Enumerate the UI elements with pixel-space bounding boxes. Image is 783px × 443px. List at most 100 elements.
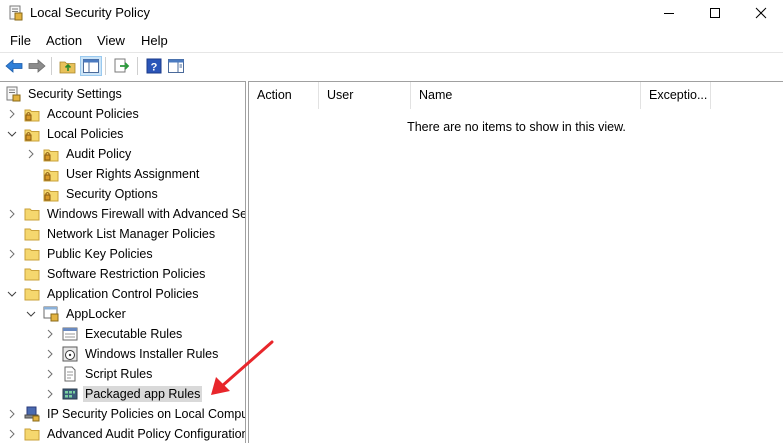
export-list-button[interactable]: [111, 56, 133, 76]
column-header-name[interactable]: Name: [411, 82, 641, 109]
close-button[interactable]: [738, 0, 783, 26]
ip-security-icon: [24, 406, 40, 422]
help-button[interactable]: ?: [143, 56, 165, 76]
maximize-button[interactable]: [692, 0, 738, 26]
chevron-right-icon[interactable]: [6, 248, 18, 260]
folder-icon: [24, 228, 40, 241]
tree-node-label: User Rights Assignment: [66, 167, 200, 181]
column-header-action[interactable]: Action: [249, 82, 319, 109]
toolbar-separator: [105, 57, 106, 75]
folder-lock-icon: [24, 129, 40, 142]
folder-lock-icon: [43, 169, 59, 182]
menu-help[interactable]: Help: [141, 33, 168, 48]
tree-node-audit-policy[interactable]: Audit Policy: [25, 144, 133, 164]
show-hide-action-pane-button[interactable]: [165, 56, 187, 76]
local-security-policy-icon: [9, 5, 23, 21]
window-title: Local Security Policy: [30, 5, 150, 20]
tree-node-label: Advanced Audit Policy Configuration: [47, 427, 246, 441]
close-icon: [755, 7, 767, 19]
tree-node-windows-firewall[interactable]: Windows Firewall with Advanced Security: [6, 204, 246, 224]
tree-node-public-key-policies[interactable]: Public Key Policies: [6, 244, 155, 264]
chevron-down-icon[interactable]: [6, 288, 18, 300]
tree-node-label: Packaged app Rules: [83, 386, 203, 402]
show-hide-tree-icon: [83, 59, 99, 73]
tree-node-label: IP Security Policies on Local Computer: [47, 407, 246, 421]
export-list-icon: [114, 58, 130, 73]
column-header-user[interactable]: User: [319, 82, 411, 109]
chevron-right-icon[interactable]: [44, 388, 56, 400]
folder-icon: [24, 248, 40, 261]
folder-icon: [24, 268, 40, 281]
tree-node-security-settings[interactable]: Security Settings: [5, 84, 124, 104]
menu-file[interactable]: File: [10, 33, 31, 48]
tree-node-label: AppLocker: [66, 307, 126, 321]
chevron-right-icon[interactable]: [6, 428, 18, 440]
folder-icon: [24, 288, 40, 301]
result-list[interactable]: Action User Name Exceptio... There are n…: [248, 81, 783, 443]
up-one-level-button[interactable]: [57, 56, 79, 76]
folder-icon: [24, 208, 40, 221]
minimize-button[interactable]: [646, 0, 692, 26]
tree-node-software-restriction[interactable]: Software Restriction Policies: [6, 264, 207, 284]
tree-node-label: Local Policies: [47, 127, 124, 141]
installer-icon: [62, 346, 78, 362]
executable-rules-icon: [62, 327, 78, 341]
tree-node-label: Application Control Policies: [47, 287, 199, 301]
tree-node-applocker[interactable]: AppLocker: [25, 304, 128, 324]
menu-action[interactable]: Action: [46, 33, 82, 48]
forward-arrow-icon: [28, 59, 46, 73]
tree-node-executable-rules[interactable]: Executable Rules: [44, 324, 184, 344]
tree-node-advanced-audit[interactable]: Advanced Audit Policy Configuration: [6, 424, 246, 443]
folder-lock-icon: [43, 149, 59, 162]
tree-node-label: Software Restriction Policies: [47, 267, 206, 281]
tree-node-label: Public Key Policies: [47, 247, 153, 261]
show-hide-console-tree-button[interactable]: [80, 56, 102, 76]
tree-node-user-rights-assignment[interactable]: User Rights Assignment: [25, 164, 201, 184]
tree-node-script-rules[interactable]: Script Rules: [44, 364, 154, 384]
tree-node-ip-security-policies[interactable]: IP Security Policies on Local Computer: [6, 404, 246, 424]
chevron-down-icon[interactable]: [25, 308, 37, 320]
chevron-right-icon[interactable]: [44, 328, 56, 340]
tree-node-local-policies[interactable]: Local Policies: [6, 124, 125, 144]
console-tree[interactable]: Security Settings Account Policies Local…: [0, 81, 246, 443]
chevron-right-icon[interactable]: [25, 148, 37, 160]
chevron-down-icon[interactable]: [6, 128, 18, 140]
svg-text:?: ?: [151, 62, 158, 74]
up-folder-icon: [59, 61, 76, 74]
column-header-exceptions[interactable]: Exceptio...: [641, 82, 711, 109]
minimize-icon: [664, 13, 674, 14]
folder-lock-icon: [24, 109, 40, 122]
tree-node-security-options[interactable]: Security Options: [25, 184, 160, 204]
tree-node-label: Security Settings: [28, 87, 122, 101]
folder-lock-icon: [43, 189, 59, 202]
tree-node-windows-installer-rules[interactable]: Windows Installer Rules: [44, 344, 220, 364]
tree-node-packaged-app-rules[interactable]: Packaged app Rules: [44, 384, 203, 404]
toolbar: ?: [0, 52, 783, 79]
menu-bar: File Action View Help: [0, 30, 783, 52]
toolbar-separator: [137, 57, 138, 75]
chevron-right-icon[interactable]: [6, 108, 18, 120]
menu-view[interactable]: View: [97, 33, 125, 48]
tree-node-label: Windows Firewall with Advanced Security: [47, 207, 246, 221]
tree-node-label: Executable Rules: [85, 327, 183, 341]
script-icon: [64, 366, 76, 382]
chevron-right-icon[interactable]: [6, 408, 18, 420]
chevron-right-icon[interactable]: [6, 208, 18, 220]
chevron-right-icon[interactable]: [44, 368, 56, 380]
tree-node-label: Windows Installer Rules: [85, 347, 219, 361]
back-button[interactable]: [3, 56, 25, 76]
applocker-icon: [43, 306, 59, 322]
forward-button[interactable]: [26, 56, 48, 76]
packaged-app-icon: [62, 388, 78, 400]
tree-node-application-control[interactable]: Application Control Policies: [6, 284, 200, 304]
back-arrow-icon: [5, 59, 23, 73]
maximize-icon: [710, 8, 720, 18]
tree-node-label: Security Options: [66, 187, 158, 201]
tree-node-account-policies[interactable]: Account Policies: [6, 104, 141, 124]
tree-node-label: Account Policies: [47, 107, 139, 121]
tree-node-label: Script Rules: [85, 367, 153, 381]
title-bar: Local Security Policy: [0, 0, 783, 28]
chevron-right-icon[interactable]: [44, 348, 56, 360]
tree-node-network-list-manager[interactable]: Network List Manager Policies: [6, 224, 217, 244]
folder-icon: [24, 428, 40, 441]
